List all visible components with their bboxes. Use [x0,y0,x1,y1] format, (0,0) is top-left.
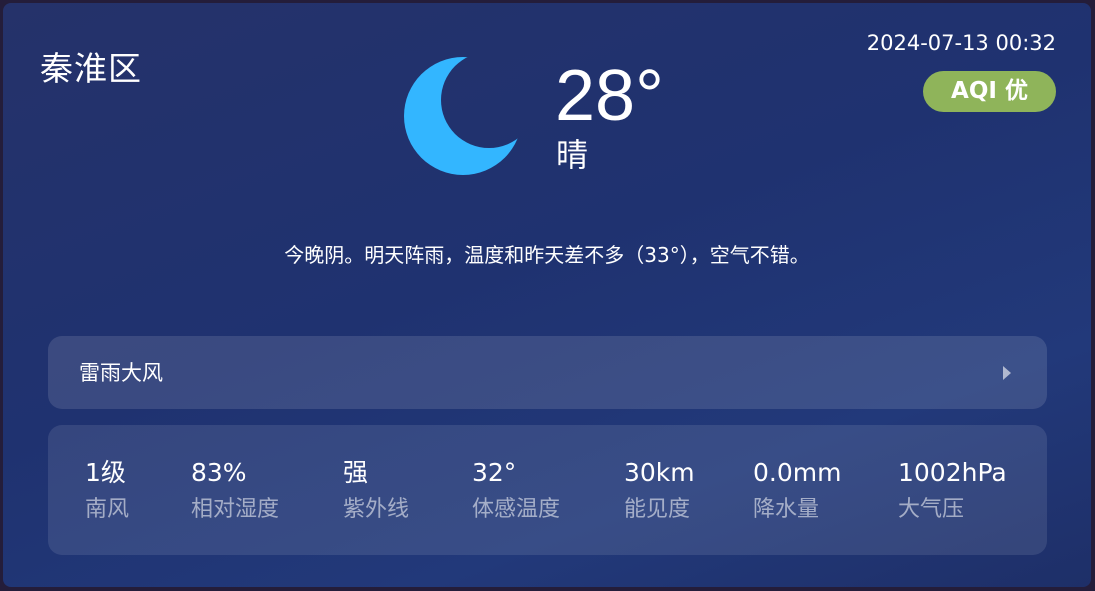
chevron-right-icon [1003,366,1011,380]
metric-value: 1002hPa [898,458,1007,487]
metric-visibility: 30km 能见度 [624,457,695,525]
metric-value: 强 [343,458,369,487]
metric-pressure: 1002hPa 大气压 [898,457,1007,525]
aqi-badge[interactable]: AQI 优 [923,71,1056,112]
metric-label: 相对湿度 [191,497,280,522]
alert-text: 雷雨大风 [79,361,163,385]
datetime: 2024-07-13 00:32 [866,31,1056,55]
location-name: 秦淮区 [40,49,142,88]
metric-humidity: 83% 相对湿度 [191,457,279,525]
metric-uv: 强 紫外线 [343,457,409,525]
current-temperature: 28° [555,56,664,136]
metric-value: 32° [472,458,517,487]
metric-feels-like: 32° 体感温度 [472,457,560,525]
metric-precipitation: 0.0mm 降水量 [753,457,841,525]
weather-alert-bar[interactable]: 雷雨大风 [48,336,1047,409]
metric-label: 紫外线 [343,497,410,522]
metric-value: 1级 [85,458,126,487]
current-condition: 晴 [556,136,589,174]
weather-card: 秦淮区 2024-07-13 00:32 AQI 优 28° 晴 今晚阴。明天阵… [3,3,1091,587]
metric-label: 降水量 [753,497,820,522]
metric-wind: 1级 南风 [85,457,129,525]
forecast-summary: 今晚阴。明天阵雨，温度和昨天差不多（33°），空气不错。 [284,243,810,267]
metric-label: 大气压 [898,497,965,522]
metric-value: 83% [191,458,247,487]
metric-value: 0.0mm [753,458,842,487]
crescent-moon-icon [404,57,522,175]
metric-label: 体感温度 [472,497,561,522]
metric-label: 南风 [85,497,130,522]
metric-value: 30km [624,458,695,487]
metric-label: 能见度 [624,497,691,522]
metrics-panel: 1级 南风 83% 相对湿度 强 紫外线 32° 体感温度 30km 能见度 0… [48,425,1047,555]
